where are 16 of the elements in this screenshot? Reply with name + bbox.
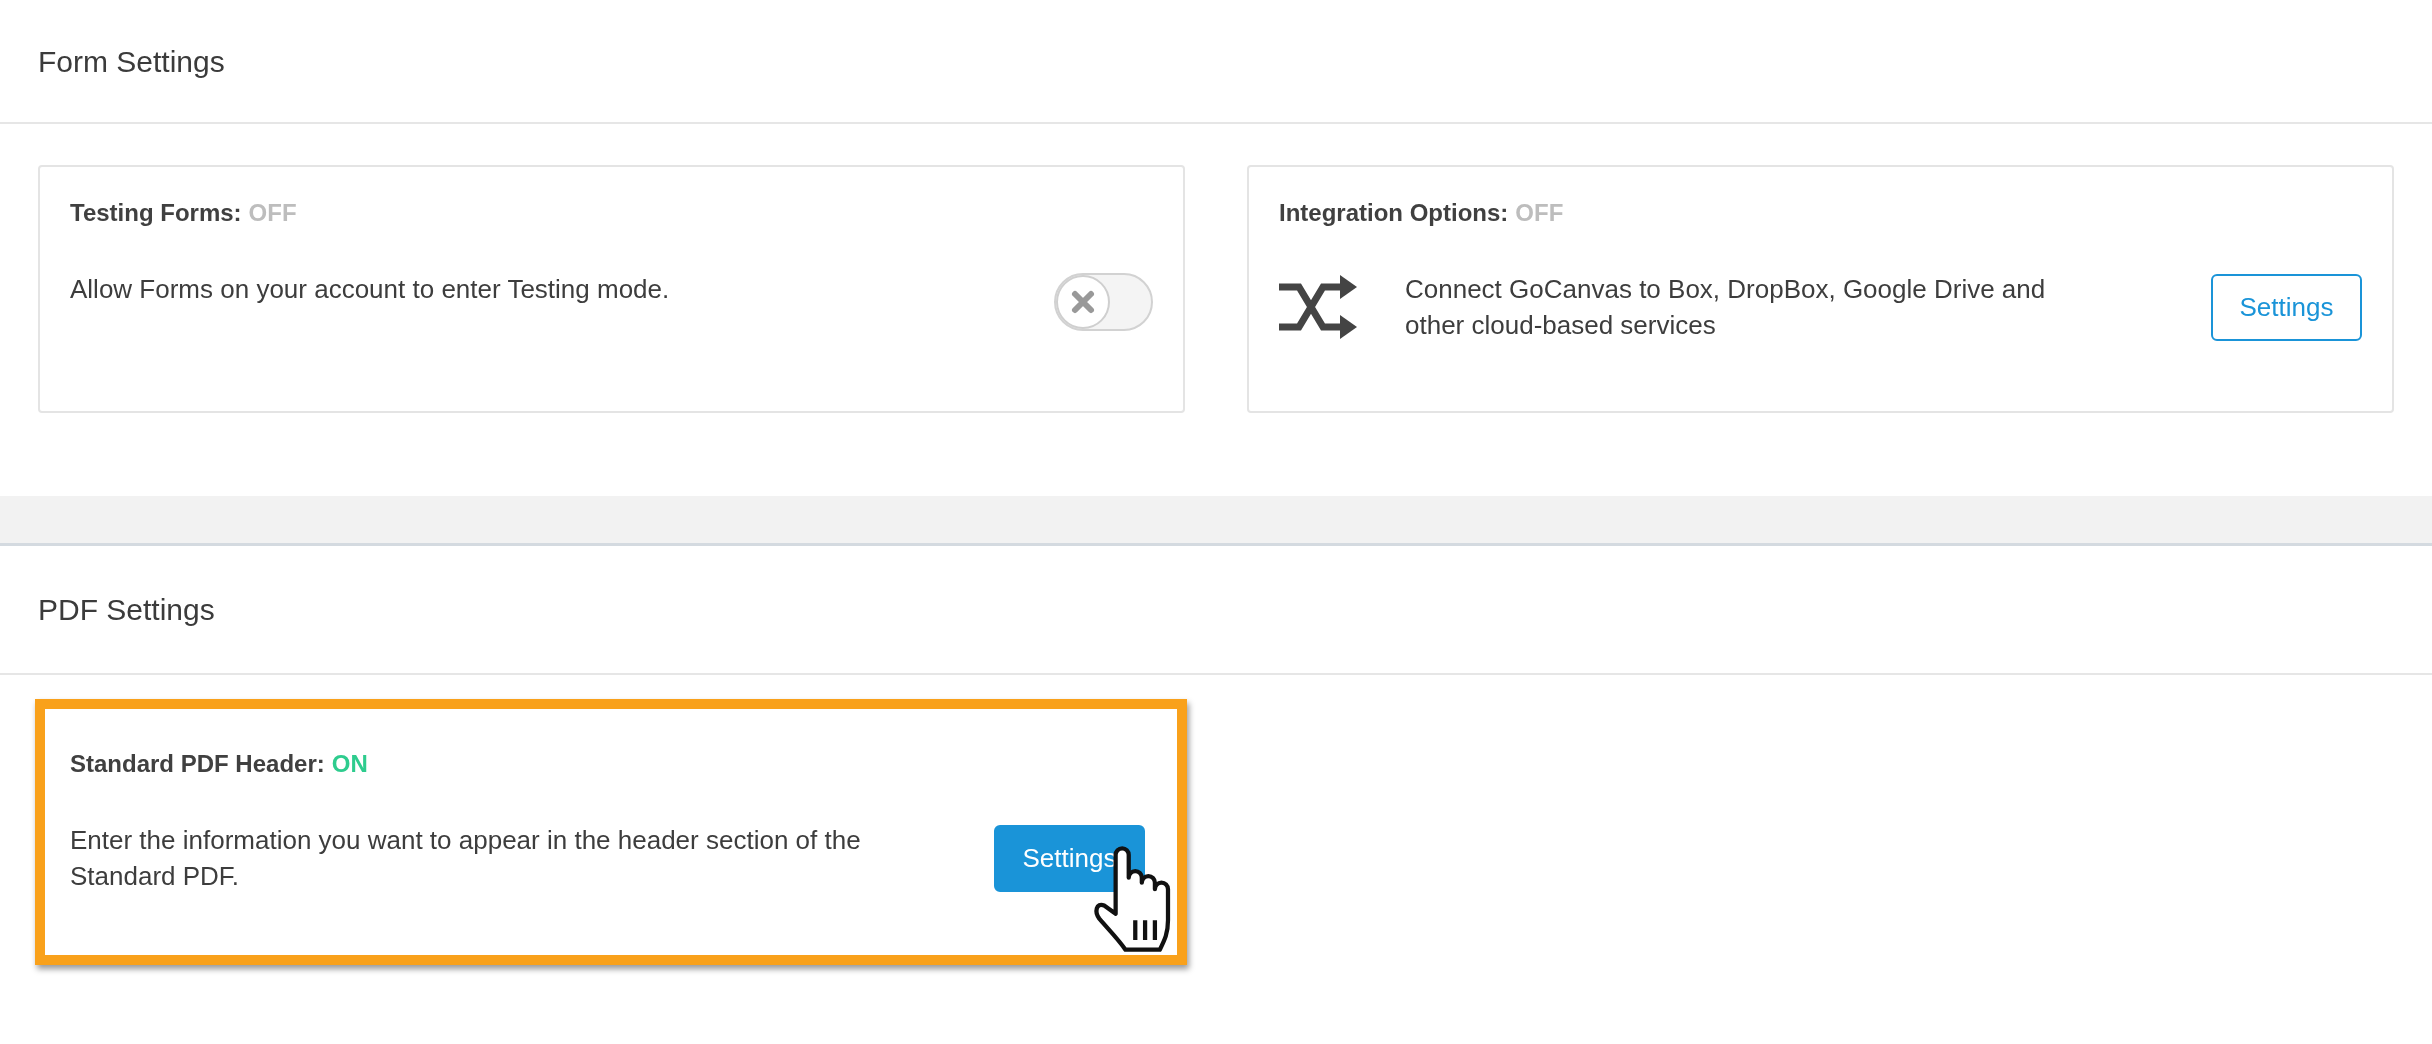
x-icon bbox=[1056, 275, 1110, 329]
card-title: Testing Forms: bbox=[70, 198, 242, 228]
card-title: Integration Options: bbox=[1279, 198, 1509, 228]
card-description: Enter the information you want to appear in the header section of the Standard PDF. bbox=[70, 824, 862, 893]
settings-button[interactable]: Settings bbox=[2211, 273, 2362, 341]
card-title: Standard PDF Header: bbox=[70, 749, 325, 779]
card-description: Allow Forms on your account to enter Testing mode. bbox=[70, 273, 670, 306]
status-label: ON bbox=[331, 749, 368, 779]
section-title: Form Settings bbox=[38, 43, 225, 80]
toggle-switch[interactable] bbox=[1054, 273, 1153, 331]
section-title: PDF Settings bbox=[38, 592, 215, 628]
status-label: OFF bbox=[1515, 198, 1564, 228]
settings-button[interactable]: Settings bbox=[994, 824, 1145, 892]
status-label: OFF bbox=[248, 198, 297, 228]
card-description: Connect GoCanvas to Box, DropBox, Google Drive and other cloud-based services bbox=[1405, 273, 2047, 342]
shuffle-icon bbox=[1279, 275, 1357, 339]
